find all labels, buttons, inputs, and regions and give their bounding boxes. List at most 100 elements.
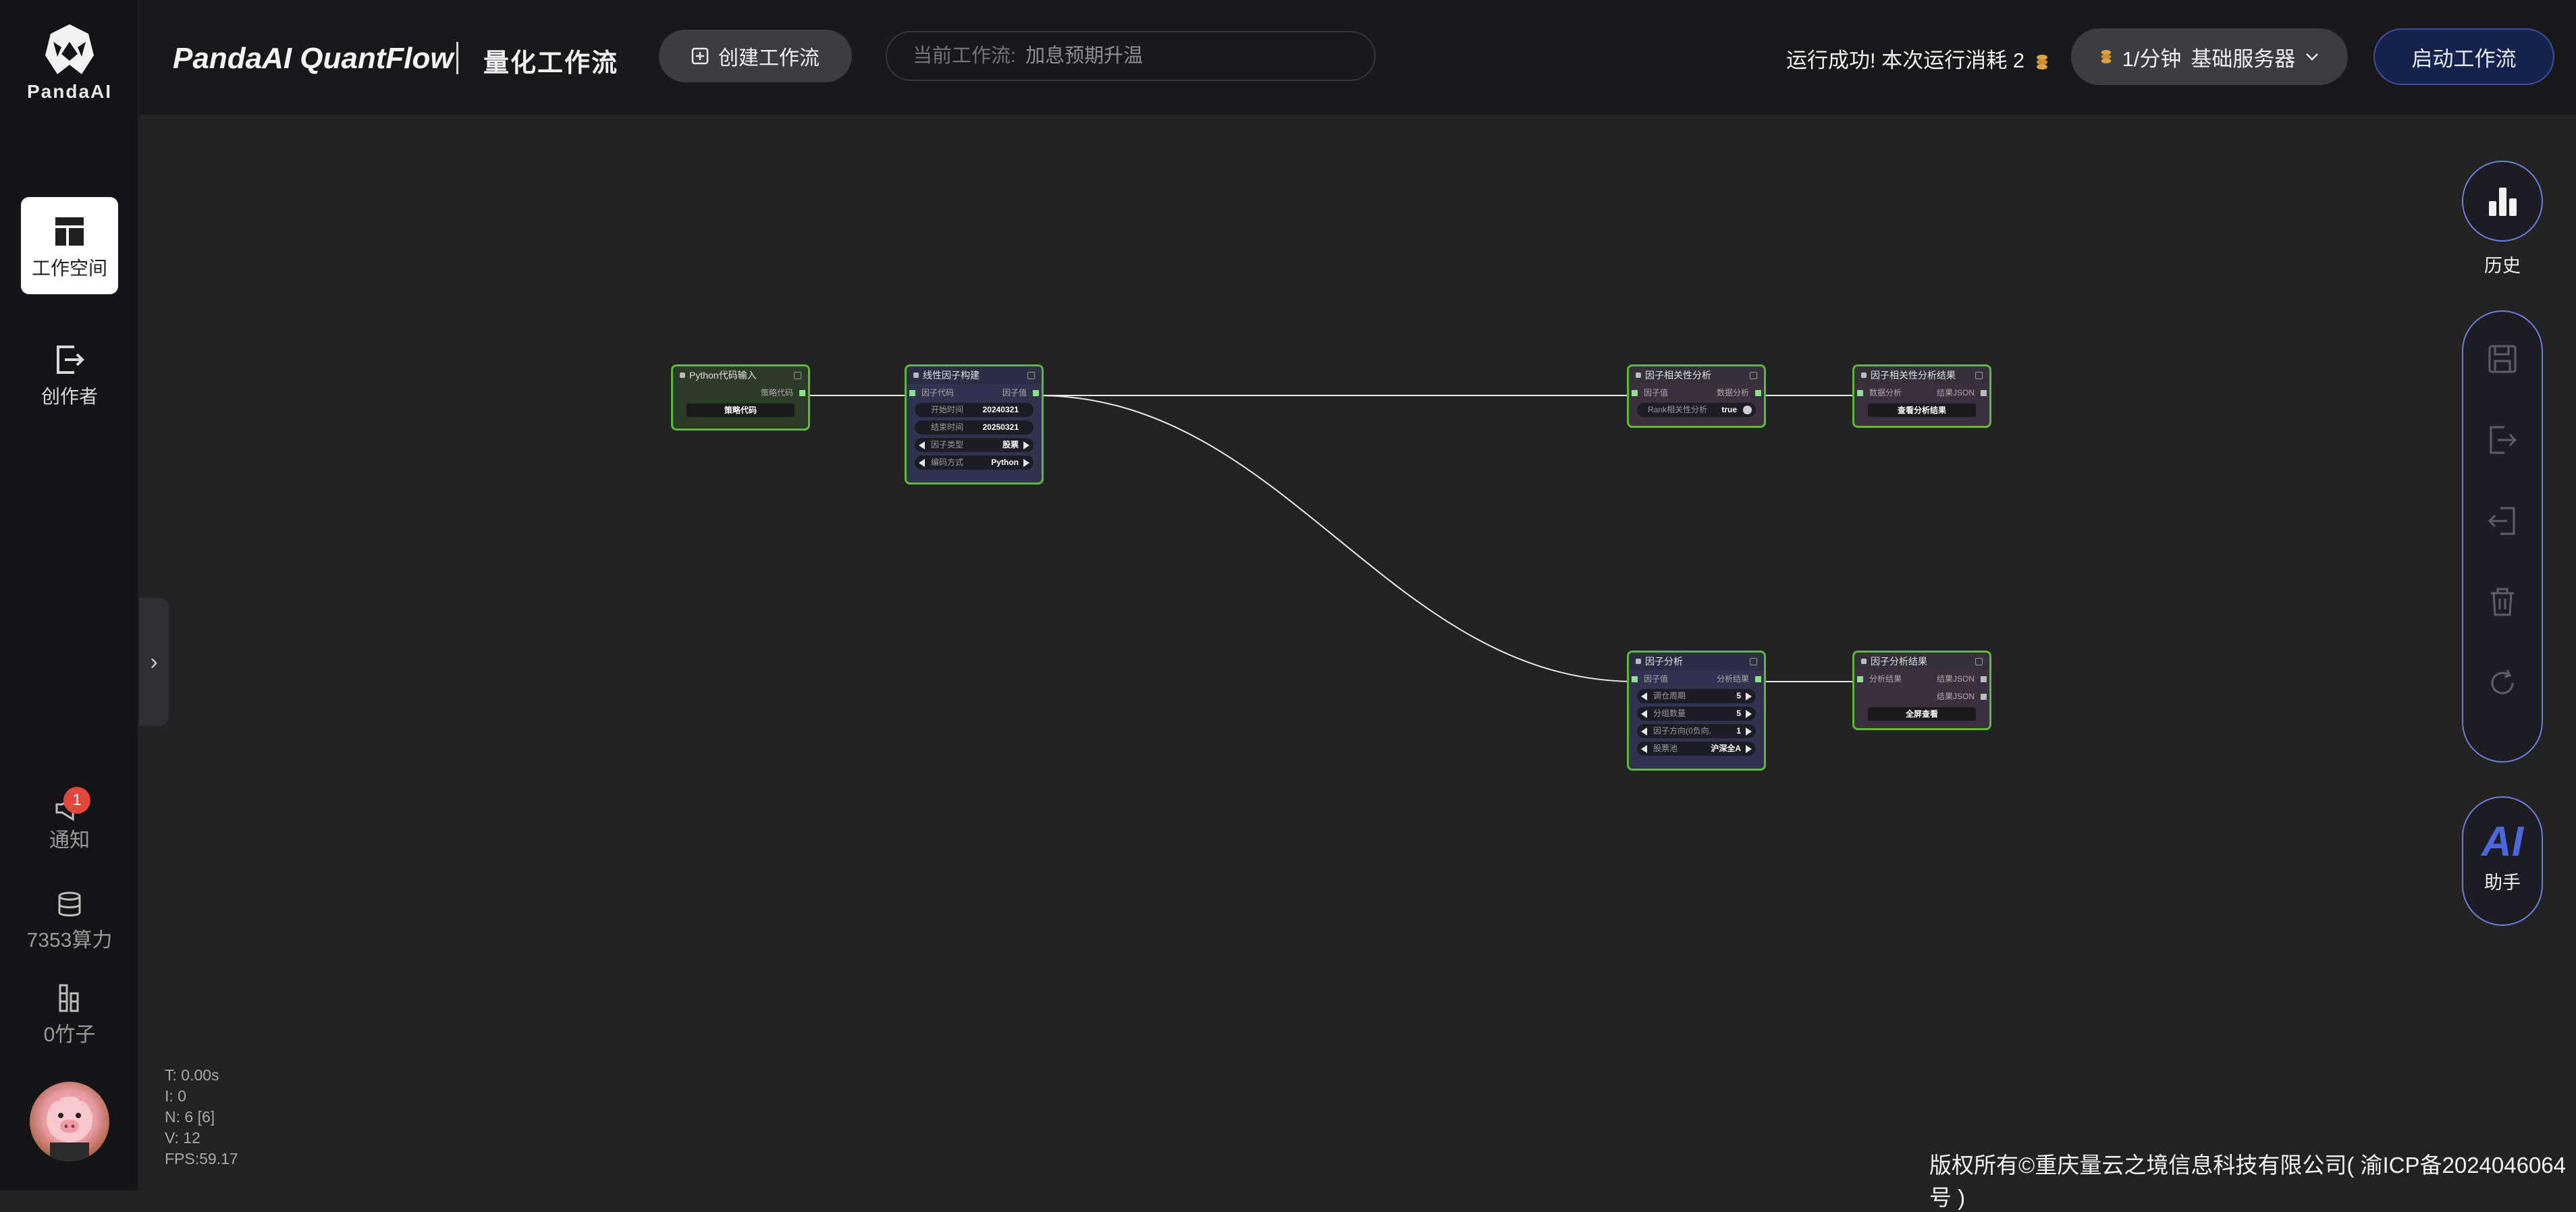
rebalance-period-stepper[interactable]: 调仓周期 5 [1637,689,1756,703]
input-port[interactable] [1632,676,1638,682]
ai-logo-text: AI [2481,819,2523,865]
run-status-text: 运行成功! 本次运行消耗 2 [1786,49,2025,72]
sidebar-item-creator[interactable]: 创作者 [21,325,118,422]
node-title: 因子分析结果 [1854,653,1989,670]
coin-stack-icon [2036,54,2047,70]
output-port[interactable] [1755,390,1761,396]
factor-type-select[interactable]: 因子类型 股票 [915,438,1034,452]
notify-badge: 1 [63,787,90,814]
arrow-right-icon[interactable] [1746,727,1752,736]
node-factor-result[interactable]: 因子分析结果 分析结果 结果JSON 结果JSON 全屏查看 [1852,651,1991,730]
output-port[interactable] [1755,676,1761,682]
sidebar-item-bamboo[interactable]: 0竹子 [0,984,139,1047]
save-button[interactable] [2463,332,2542,386]
node-field-row: 编码方式 Python [907,454,1042,472]
export-icon [2490,426,2517,454]
server-speed-select[interactable]: 1/分钟 基础服务器 [2071,28,2348,85]
node-factor-analysis[interactable]: 因子分析 因子值 分析结果 调仓周期 5 分组数量 5 因子方向(0负向, 1 … [1627,651,1766,771]
start-workflow-button[interactable]: 启动工作流 [2373,28,2554,85]
node-field-row: 结束时间 20250321 [907,419,1042,437]
output-label: 结果JSON [1936,692,1975,701]
logo: PandaAI [0,22,139,103]
arrow-right-icon[interactable] [1746,745,1752,753]
sidebar-item-notify[interactable]: 1 通知 [0,787,139,853]
import-button[interactable] [2463,494,2542,548]
output-port[interactable] [799,390,805,396]
workflow-canvas[interactable]: Python代码输入 策略代码 策略代码 线性因子构建 因子代码 因子值 开始时… [139,115,2576,1190]
sidebar-item-workspace[interactable]: 工作空间 [21,197,118,294]
output-port[interactable] [1981,676,1987,682]
workflow-toolbar [2462,310,2543,763]
refresh-button[interactable] [2463,656,2542,710]
node-field-row: 调仓周期 5 [1629,688,1764,705]
arrow-right-icon[interactable] [1746,692,1752,700]
brand-title: PandaAI QuantFlow [173,42,454,75]
input-port[interactable] [1632,390,1638,396]
arrow-left-icon[interactable] [1641,727,1647,736]
logo-text: PandaAI [26,81,113,102]
sidebar-item-label: 创作者 [41,386,98,407]
input-label: 因子值 [1644,388,1669,397]
input-label: 数据分析 [1869,388,1902,397]
create-workflow-button[interactable]: 创建工作流 [659,30,852,82]
toggle-knob-icon[interactable] [1743,406,1752,414]
coin-stack-icon [2101,50,2111,63]
field-value: true [1721,405,1737,414]
strategy-code-button[interactable]: 策略代码 [687,404,795,417]
connection-wires [802,395,1860,682]
field-label: 编码方式 [931,458,964,467]
end-date-field[interactable]: 结束时间 20250321 [915,420,1034,435]
sidebar: PandaAI 工作空间 创作者 1 通知 7353算力 0竹子 [0,0,139,1190]
field-label: 开始时间 [931,405,964,414]
group-count-stepper[interactable]: 分组数量 5 [1637,707,1756,721]
node-python-input[interactable]: Python代码输入 策略代码 策略代码 [671,364,810,431]
input-port[interactable] [909,390,915,396]
speed-value: 1/分钟 [2122,47,2182,71]
output-port[interactable] [1033,390,1039,396]
history-button[interactable] [2462,161,2543,242]
export-button[interactable] [2463,413,2542,467]
node-io-row: 因子值 数据分析 [1629,384,1764,402]
stock-pool-select[interactable]: 股票池 沪深全A [1637,742,1756,756]
server-name: 基础服务器 [2191,47,2296,71]
node-factor-build[interactable]: 线性因子构建 因子代码 因子值 开始时间 20240321 结束时间 20250… [905,364,1044,485]
factor-direction-stepper[interactable]: 因子方向(0负向, 1 [1637,724,1756,738]
node-corr-analysis[interactable]: 因子相关性分析 因子值 数据分析 Rank相关性分析 true [1627,364,1766,428]
ai-assistant-button[interactable]: AI 助手 [2462,796,2543,926]
encoding-select[interactable]: 编码方式 Python [915,456,1034,470]
sidebar-item-compute[interactable]: 7353算力 [0,891,139,953]
save-icon [2488,345,2517,373]
view-analysis-button[interactable]: 查看分析结果 [1868,404,1976,417]
input-label: 因子代码 [921,388,955,397]
input-port[interactable] [1857,676,1863,682]
output-port[interactable] [1981,390,1987,396]
node-button-row: 策略代码 [673,402,808,419]
node-button-row: 全屏查看 [1854,705,1989,723]
start-workflow-label: 启动工作流 [2411,47,2517,71]
render-stats: T: 0.00s I: 0 N: 6 [6] V: 12 FPS:59.17 [165,1065,238,1169]
field-value: 20250321 [982,422,1019,432]
delete-button[interactable] [2463,575,2542,629]
avatar[interactable] [30,1082,109,1161]
arrow-left-icon[interactable] [1641,710,1647,718]
arrow-left-icon[interactable] [919,441,925,449]
node-corr-result[interactable]: 因子相关性分析结果 数据分析 结果JSON 查看分析结果 [1852,364,1991,428]
current-workflow-field[interactable]: 当前工作流: 加息预期升温 [886,31,1376,81]
stat-nodes: N: 6 [6] [165,1108,215,1126]
start-date-field[interactable]: 开始时间 20240321 [915,403,1034,417]
output-port[interactable] [1981,694,1987,700]
arrow-left-icon[interactable] [919,459,925,467]
fullscreen-view-button[interactable]: 全屏查看 [1868,707,1976,721]
arrow-right-icon[interactable] [1746,710,1752,718]
arrow-right-icon[interactable] [1023,441,1029,449]
wire-factor-to-analysis [1036,395,1637,682]
arrow-right-icon[interactable] [1023,459,1029,467]
arrow-left-icon[interactable] [1641,745,1647,753]
arrow-left-icon[interactable] [1641,692,1647,700]
node-output-row: 策略代码 [673,384,808,402]
output-label: 因子值 [1002,388,1027,397]
input-port[interactable] [1857,390,1863,396]
field-value: Python [991,458,1019,467]
rank-corr-toggle[interactable]: Rank相关性分析 true [1637,403,1756,417]
refresh-icon [2491,669,2514,694]
